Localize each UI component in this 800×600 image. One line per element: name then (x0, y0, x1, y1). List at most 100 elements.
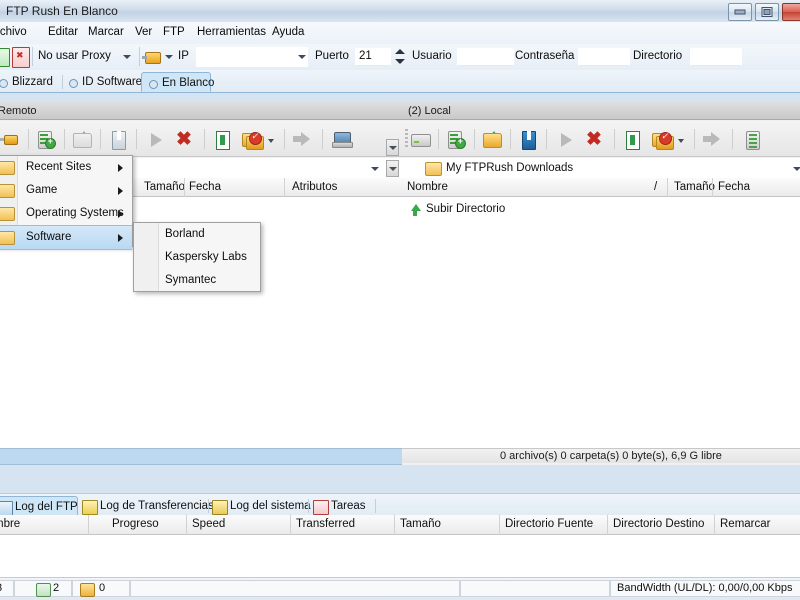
column-divider[interactable] (499, 515, 500, 535)
transfer-column-transferred[interactable]: Transferred (296, 518, 355, 530)
menu-item-ftp[interactable]: FTP (163, 26, 185, 38)
protocol-icon[interactable] (142, 52, 161, 64)
transfer-column-tamano[interactable]: Tamaño (400, 518, 441, 530)
menu-item-herramientas[interactable]: Herramientas (197, 26, 266, 38)
remote-column-fecha[interactable]: Fecha (189, 181, 221, 193)
menu-item-recent-sites[interactable]: Recent Sites (0, 156, 132, 179)
submenu-item-symantec[interactable]: Symantec (134, 269, 260, 292)
proxy-combo[interactable]: No usar Proxy (38, 47, 133, 67)
remote-column-atributos[interactable]: Atributos (292, 181, 337, 193)
session-tab-en-blanco[interactable]: En Blanco (141, 72, 214, 92)
port-label: Puerto (315, 50, 349, 62)
directory-input[interactable] (690, 48, 742, 66)
toolbar-grip[interactable] (405, 129, 408, 149)
start-transfer-icon[interactable] (556, 130, 576, 149)
queue-icon[interactable] (742, 130, 762, 150)
column-divider[interactable] (394, 515, 395, 535)
menu-item-archivo[interactable]: rchivo (0, 26, 27, 38)
column-divider[interactable] (607, 515, 608, 535)
local-column-nombre[interactable]: Nombre (407, 181, 448, 193)
column-divider[interactable] (284, 178, 285, 197)
status-bar: 3 2 0 BandWidth (UL/DL): 0,00/0,00 Kbps (0, 577, 800, 600)
folder-compare-icon[interactable] (242, 130, 264, 150)
transfer-column-nombre[interactable]: mbre (0, 518, 20, 530)
menu-item-ver[interactable]: Ver (135, 26, 152, 38)
transfer-list[interactable] (0, 535, 800, 578)
log-tab-tasks[interactable]: Tareas (309, 496, 376, 516)
password-input[interactable] (578, 48, 630, 66)
bookmark-icon[interactable] (108, 130, 128, 150)
transfer-column-speed[interactable]: Speed (192, 518, 225, 530)
minimize-button[interactable] (728, 3, 752, 21)
site-menu[interactable]: Recent Sites Game Operating Systems Soft… (0, 155, 133, 250)
submenu-arrow-icon (118, 234, 123, 242)
menu-item-software[interactable]: Software (0, 225, 132, 250)
submenu-item-kaspersky-labs[interactable]: Kaspersky Labs (134, 246, 260, 269)
menu-item-editar[interactable]: Editar (48, 26, 78, 38)
log-tab-ftp[interactable]: Log del FTP (0, 496, 78, 516)
column-divider[interactable] (667, 178, 668, 197)
transfer-right-icon[interactable] (292, 130, 312, 149)
bookmark-icon[interactable] (518, 130, 538, 150)
remote-column-tamano[interactable]: Tamaño (144, 181, 185, 193)
stop-transfer-icon[interactable]: ✖ (174, 130, 194, 149)
column-divider[interactable] (184, 178, 185, 197)
start-transfer-icon[interactable] (146, 130, 166, 149)
session-tab-blizzard[interactable]: Blizzard (0, 72, 63, 92)
protocol-chevron-down-icon[interactable] (165, 55, 173, 59)
transfer-column-directorio-fuente[interactable]: Directorio Fuente (505, 518, 593, 530)
submenu-arrow-icon (118, 164, 123, 172)
folder-compare-chevron-down-icon[interactable] (268, 139, 274, 143)
drive-icon[interactable] (410, 130, 431, 149)
folder-compare-icon[interactable] (652, 130, 674, 150)
local-path-bar[interactable]: My FTPRush Downloads (402, 158, 800, 178)
site-manager-icon[interactable] (446, 130, 466, 149)
stop-transfer-icon[interactable]: ✖ (584, 130, 604, 149)
local-column-tamano[interactable]: Tamaño (674, 181, 715, 193)
remote-path-overflow-button[interactable] (386, 160, 399, 177)
transfer-column-progreso[interactable]: Progreso (112, 518, 159, 530)
column-divider[interactable] (712, 178, 713, 197)
menu-item-marcar[interactable]: Marcar (88, 26, 124, 38)
column-divider[interactable] (714, 515, 715, 535)
stepper-down-icon[interactable] (395, 59, 405, 64)
local-view-icon[interactable] (332, 130, 353, 149)
folder-compare-chevron-down-icon[interactable] (678, 139, 684, 143)
menu-item-game[interactable]: Game (0, 179, 132, 202)
column-divider[interactable] (290, 515, 291, 535)
restore-button[interactable] (755, 3, 779, 21)
menu-item-ayuda[interactable]: Ayuda (272, 26, 304, 38)
local-file-list[interactable]: Subir Directorio (402, 197, 800, 448)
log-tab-label: Tareas (331, 500, 366, 512)
local-path-chevron-down-icon[interactable] (793, 167, 800, 171)
parent-directory-icon[interactable] (482, 130, 502, 149)
site-submenu[interactable]: Borland Kaspersky Labs Symantec (133, 222, 261, 292)
log-tab-system[interactable]: Log del sistema (208, 496, 311, 516)
new-file-icon[interactable] (212, 130, 232, 150)
user-input[interactable] (457, 48, 514, 66)
close-button[interactable] (782, 3, 800, 21)
parent-directory-icon[interactable] (72, 130, 92, 149)
host-combo[interactable] (196, 47, 308, 67)
disconnect-icon[interactable] (12, 47, 30, 68)
transfer-right-icon[interactable] (702, 130, 722, 149)
site-manager-icon[interactable] (36, 130, 56, 149)
submenu-item-borland[interactable]: Borland (134, 223, 260, 246)
remote-path-chevron-down-icon[interactable] (371, 167, 379, 171)
transfer-column-directorio-destino[interactable]: Directorio Destino (613, 518, 704, 530)
local-column-fecha[interactable]: Fecha (718, 181, 750, 193)
column-divider[interactable] (88, 515, 89, 535)
local-column-sort[interactable]: / (654, 181, 657, 193)
column-divider[interactable] (186, 515, 187, 535)
menu-item-operating-systems[interactable]: Operating Systems (0, 202, 132, 225)
log-tab-transfers[interactable]: Log de Transferencias (78, 496, 214, 516)
stepper-up-icon[interactable] (395, 49, 405, 54)
quick-connect-icon[interactable] (0, 48, 10, 67)
session-tab-id-software[interactable]: ID Software (62, 72, 142, 92)
transfer-column-remarcar[interactable]: Remarcar (720, 518, 770, 530)
toolbar-separator (136, 129, 137, 149)
toolbar-overflow-button[interactable] (386, 139, 399, 156)
connect-icon[interactable] (0, 130, 20, 149)
new-file-icon[interactable] (622, 130, 642, 150)
port-stepper[interactable] (394, 47, 405, 66)
